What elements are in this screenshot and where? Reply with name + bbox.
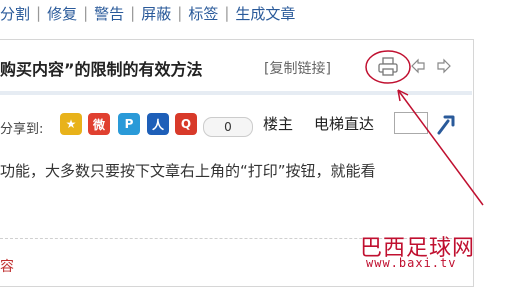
toolbar-generate-article[interactable]: 生成文章: [235, 3, 295, 24]
floor-number-input[interactable]: [394, 112, 428, 134]
content-divider: [0, 238, 472, 239]
title-divider: [0, 91, 472, 95]
toolbar-warn[interactable]: 警告: [94, 3, 124, 24]
section-label: 容: [0, 259, 14, 275]
print-button[interactable]: [375, 55, 401, 79]
previous-thread-button[interactable]: [410, 58, 426, 74]
share-count: 0: [203, 117, 253, 137]
jump-arrow-icon: [437, 115, 455, 135]
toolbar-separator: |: [36, 4, 42, 22]
arrow-left-icon: [411, 58, 425, 74]
toolbar-separator: |: [224, 4, 230, 22]
arrow-right-icon: [437, 58, 451, 74]
toolbar-block[interactable]: 屏蔽: [141, 3, 171, 24]
next-thread-button[interactable]: [436, 58, 452, 74]
moderator-toolbar: 分割 | 修复 | 警告 | 屏蔽 | 标签 | 生成文章: [0, 0, 295, 26]
printer-icon: [378, 57, 398, 76]
louzhu-link[interactable]: 楼主: [263, 113, 293, 134]
tencent-weibo-icon[interactable]: P: [118, 113, 140, 135]
qq-icon[interactable]: Q: [175, 113, 197, 135]
elevator-label: 电梯直达: [314, 115, 375, 133]
toolbar-separator: |: [130, 4, 136, 22]
toolbar-tag[interactable]: 标签: [188, 3, 218, 24]
share-label: 分享到:: [0, 122, 44, 137]
toolbar-split[interactable]: 分割: [0, 3, 30, 24]
toolbar-repair[interactable]: 修复: [47, 3, 77, 24]
qzone-icon[interactable]: ★: [60, 113, 82, 135]
toolbar-separator: |: [83, 4, 89, 22]
renren-icon[interactable]: 人: [147, 113, 169, 135]
weibo-icon[interactable]: 微: [88, 113, 110, 135]
copy-link-button[interactable]: [复制链接]: [264, 58, 331, 78]
post-title: 购买内容”的限制的有效方法: [0, 60, 203, 79]
jump-button[interactable]: [436, 113, 456, 135]
share-row: 分享到: ★ 微 P 人 Q 0 楼主 电梯直达: [0, 108, 472, 138]
toolbar-separator: |: [177, 4, 183, 22]
post-body-text: 功能，大多数只要按下文章右上角的“打印”按钮，就能看: [0, 162, 376, 180]
